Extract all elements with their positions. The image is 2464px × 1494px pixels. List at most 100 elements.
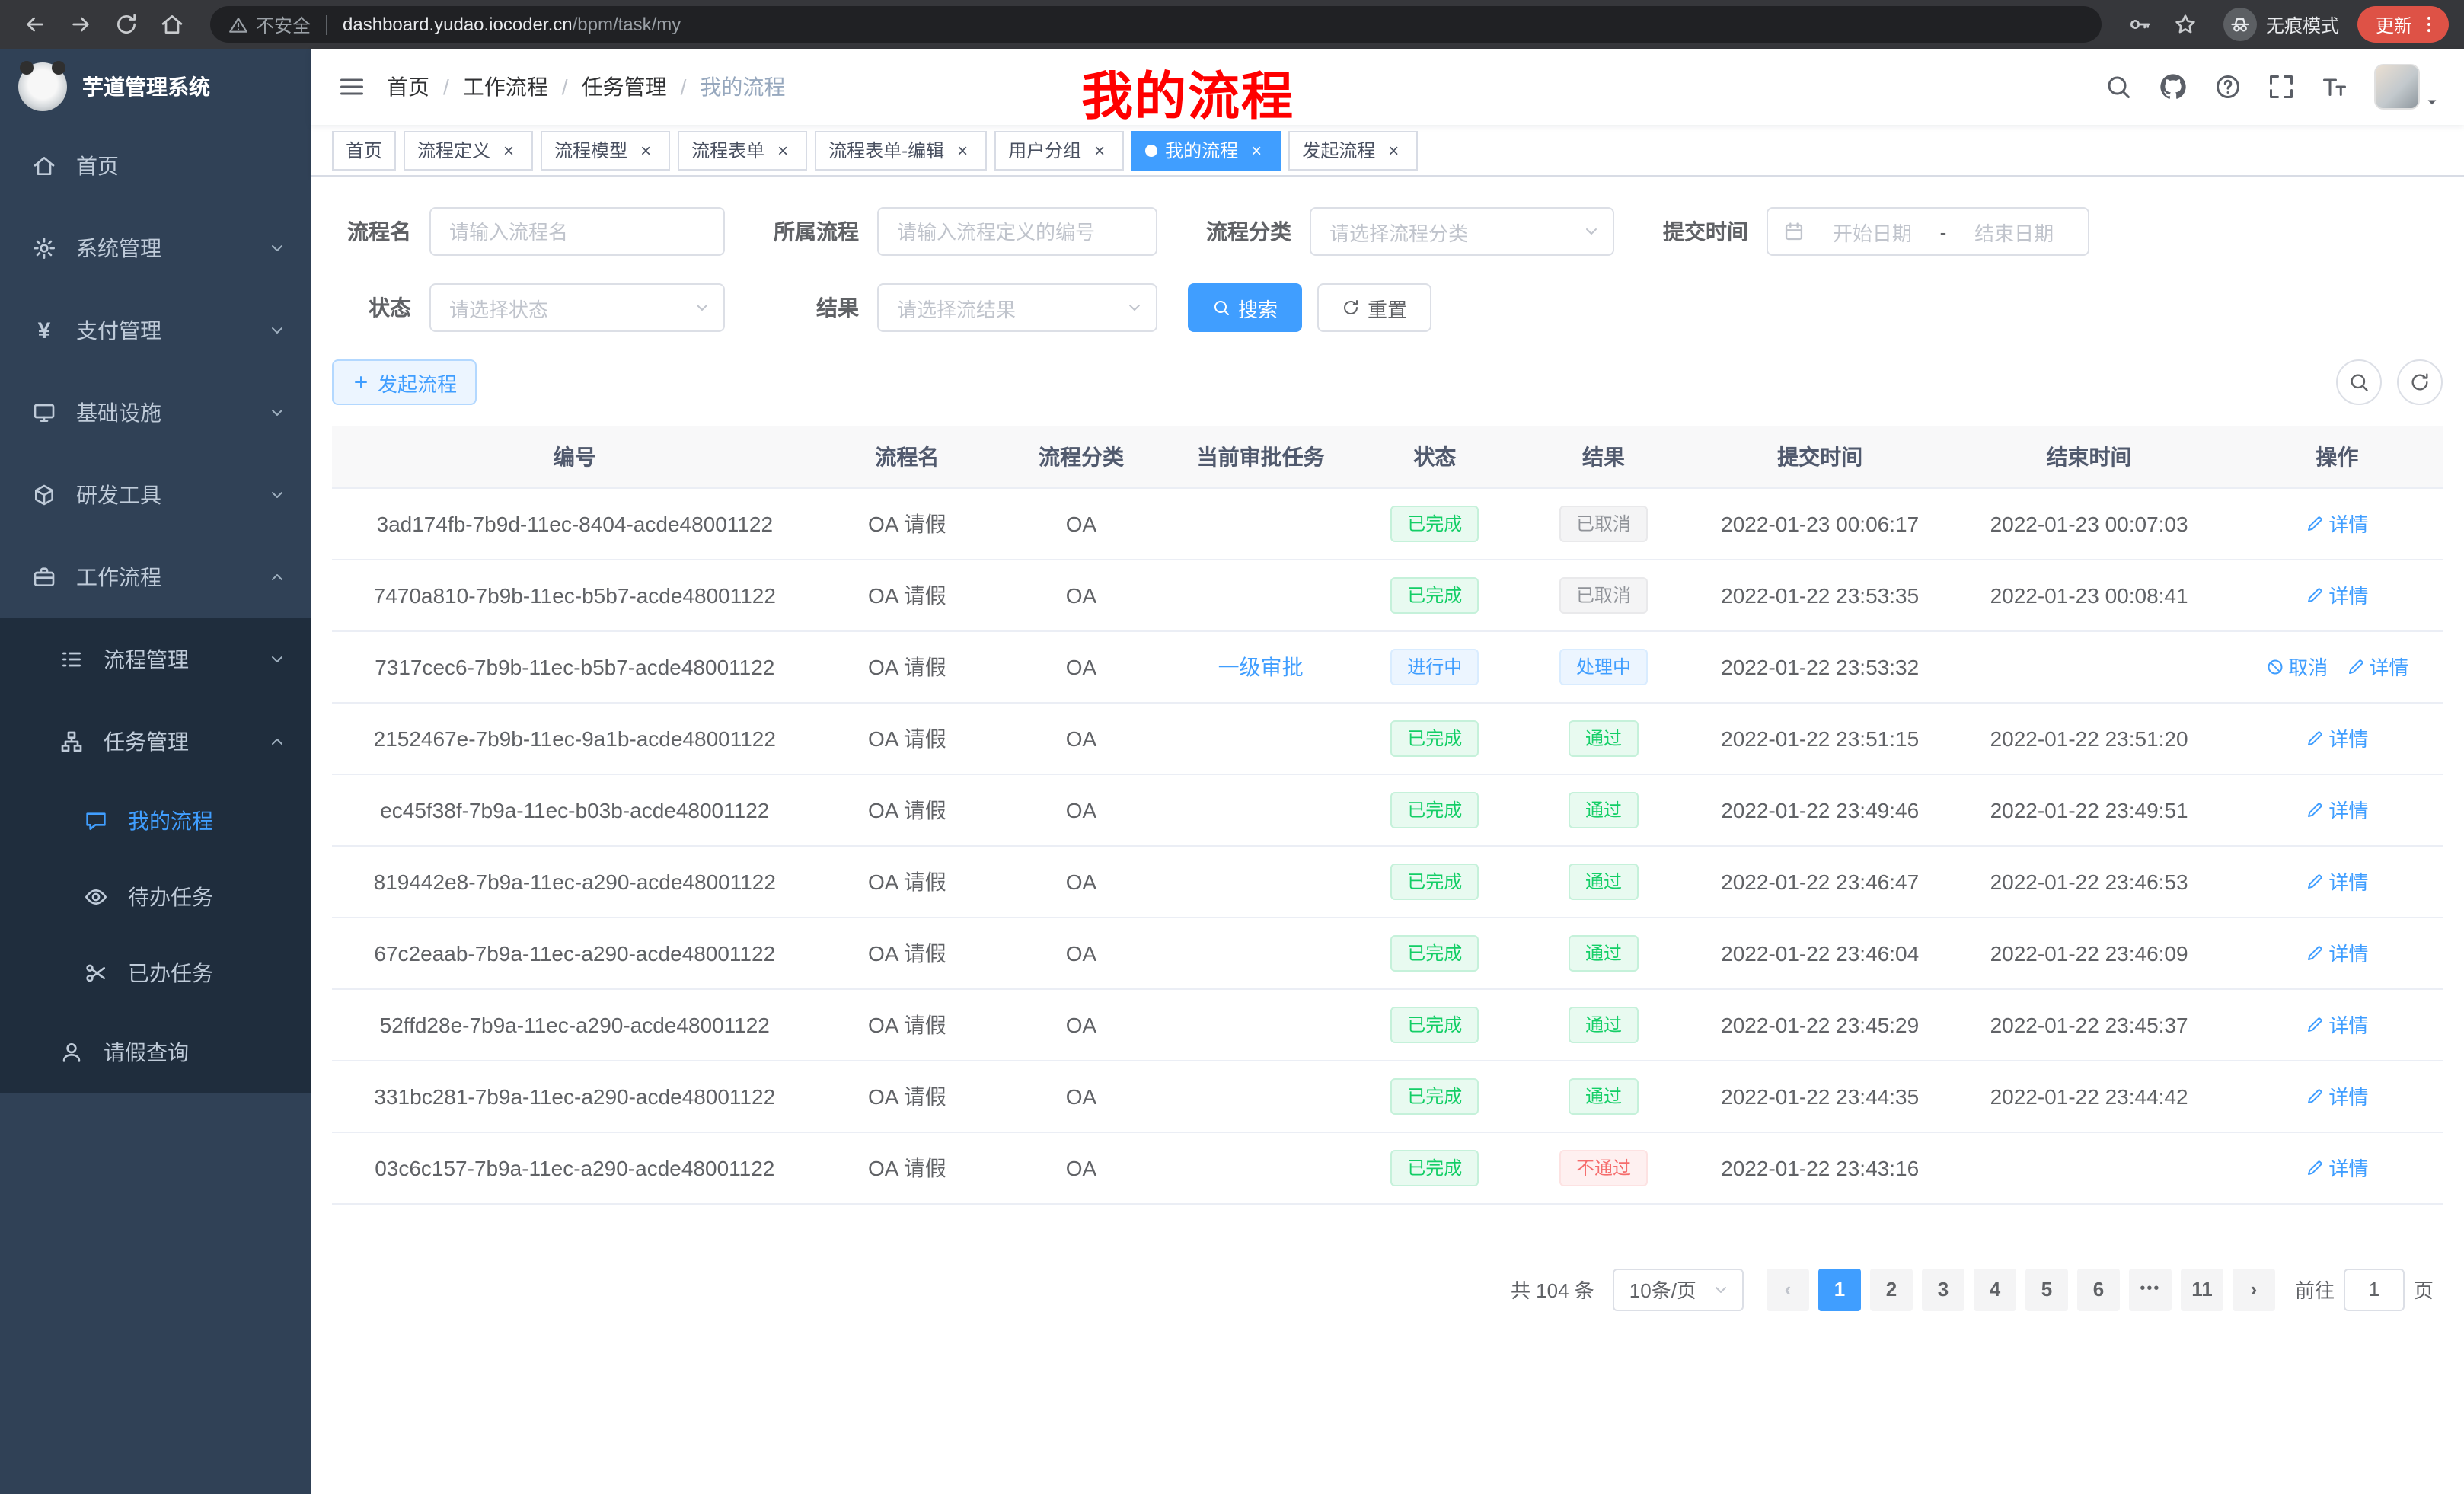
browser-menu-dots-icon[interactable] bbox=[2418, 14, 2440, 35]
page-number-button[interactable]: 5 bbox=[2025, 1268, 2068, 1310]
process-name-input[interactable] bbox=[429, 207, 725, 256]
action-detail-link[interactable]: 详情 bbox=[2306, 867, 2368, 895]
browser-reload-button[interactable] bbox=[107, 5, 146, 44]
reset-button[interactable]: 重置 bbox=[1317, 283, 1431, 332]
sidebar: 芋道管理系统 首页 系统管理 ¥ 支付管理 bbox=[0, 49, 311, 1494]
action-detail-link[interactable]: 详情 bbox=[2306, 1153, 2368, 1182]
tag-label: 流程定义 bbox=[417, 137, 490, 163]
refresh-table-button[interactable] bbox=[2397, 359, 2443, 405]
sidebar-item-home[interactable]: 首页 bbox=[0, 125, 311, 207]
sidebar-item-task-management[interactable]: 任务管理 bbox=[0, 701, 311, 783]
page-number-button[interactable]: 2 bbox=[1870, 1268, 1913, 1310]
action-detail-link[interactable]: 详情 bbox=[2306, 1081, 2368, 1110]
tag-close-icon[interactable]: × bbox=[1246, 139, 1267, 161]
page-size-select[interactable]: 10条/页 bbox=[1613, 1268, 1744, 1310]
select-placeholder: 请选择流结果 bbox=[897, 293, 1016, 322]
page-number-button[interactable]: 4 bbox=[1974, 1268, 2016, 1310]
tag-close-icon[interactable]: × bbox=[635, 139, 656, 161]
user-avatar-menu[interactable] bbox=[2374, 64, 2440, 110]
page-jump-input[interactable] bbox=[2344, 1268, 2405, 1310]
action-detail-link[interactable]: 详情 bbox=[2306, 723, 2368, 752]
fullscreen-button[interactable] bbox=[2268, 73, 2295, 101]
sidebar-item-infrastructure[interactable]: 基础设施 bbox=[0, 372, 311, 454]
header-search-button[interactable] bbox=[2105, 73, 2132, 101]
font-size-button[interactable] bbox=[2321, 73, 2348, 101]
search-icon bbox=[2348, 372, 2370, 393]
incognito-badge: 无痕模式 bbox=[2223, 8, 2339, 41]
tag-close-icon[interactable]: × bbox=[1383, 139, 1404, 161]
breadcrumb-item[interactable]: 工作流程 bbox=[463, 72, 548, 102]
sidebar-item-my-process[interactable]: 我的流程 bbox=[0, 783, 311, 859]
process-category-select[interactable]: 请选择流程分类 bbox=[1310, 207, 1614, 256]
tag-close-icon[interactable]: × bbox=[498, 139, 519, 161]
sidebar-item-system[interactable]: 系统管理 bbox=[0, 207, 311, 289]
tab-tag[interactable]: 首页 bbox=[332, 130, 396, 170]
briefcase-icon bbox=[30, 565, 58, 589]
create-process-button[interactable]: 发起流程 bbox=[332, 359, 477, 405]
submit-time-range-picker[interactable]: 开始日期 - 结束日期 bbox=[1767, 207, 2089, 256]
cell-current-task bbox=[1166, 1132, 1355, 1203]
browser-forward-button[interactable] bbox=[61, 5, 101, 44]
tab-tag[interactable]: 流程模型 × bbox=[541, 130, 670, 170]
sidebar-item-leave-query[interactable]: 请假查询 bbox=[0, 1011, 311, 1093]
cell-actions: 详情 bbox=[2232, 774, 2443, 845]
tag-label: 流程表单 bbox=[691, 137, 764, 163]
action-cancel-link[interactable]: 取消 bbox=[2265, 652, 2328, 681]
sidebar-item-devtools[interactable]: 研发工具 bbox=[0, 454, 311, 536]
page-number-button[interactable]: 11 bbox=[2181, 1268, 2223, 1310]
action-detail-link[interactable]: 详情 bbox=[2306, 938, 2368, 967]
tab-tag[interactable]: 流程定义 × bbox=[404, 130, 533, 170]
show-search-toggle-button[interactable] bbox=[2336, 359, 2382, 405]
action-detail-link[interactable]: 详情 bbox=[2306, 509, 2368, 538]
update-button[interactable]: 更新 bbox=[2357, 6, 2449, 43]
sidebar-item-process-management[interactable]: 流程管理 bbox=[0, 618, 311, 701]
tab-tag[interactable]: 用户分组 × bbox=[994, 130, 1124, 170]
page-number-button[interactable]: 3 bbox=[1922, 1268, 1964, 1310]
sidebar-item-workflow[interactable]: 工作流程 bbox=[0, 536, 311, 618]
tag-close-icon[interactable]: × bbox=[952, 139, 973, 161]
tab-tag[interactable]: 流程表单-编辑 × bbox=[815, 130, 987, 170]
sidebar-toggle-button[interactable] bbox=[320, 49, 384, 125]
browser-home-button[interactable] bbox=[152, 5, 192, 44]
browser-back-button[interactable] bbox=[15, 5, 55, 44]
page-number-button[interactable]: 1 bbox=[1818, 1268, 1861, 1310]
search-icon bbox=[1212, 298, 1230, 317]
action-detail-link[interactable]: 详情 bbox=[2346, 652, 2408, 681]
chevron-up-icon bbox=[268, 568, 286, 586]
back-icon bbox=[23, 12, 47, 37]
page-number-button[interactable]: 6 bbox=[2077, 1268, 2120, 1310]
next-page-button[interactable]: › bbox=[2233, 1268, 2275, 1310]
status-select[interactable]: 请选择状态 bbox=[429, 283, 725, 332]
github-link-button[interactable] bbox=[2158, 72, 2188, 102]
action-detail-link[interactable]: 详情 bbox=[2306, 1010, 2368, 1039]
tag-close-icon[interactable]: × bbox=[772, 139, 793, 161]
tab-tag[interactable]: 我的流程 × bbox=[1131, 130, 1281, 170]
result-select[interactable]: 请选择流结果 bbox=[877, 283, 1157, 332]
cell-id: 7317cec6-7b9b-11ec-b5b7-acde48001122 bbox=[332, 630, 818, 702]
address-bar[interactable]: 不安全 dashboard.yudao.iocoder.cn/bpm/task/… bbox=[210, 6, 2102, 43]
help-button[interactable] bbox=[2214, 73, 2242, 101]
sidebar-item-payment[interactable]: ¥ 支付管理 bbox=[0, 289, 311, 372]
monitor-icon bbox=[30, 401, 58, 425]
action-detail-link[interactable]: 详情 bbox=[2306, 580, 2368, 609]
tab-tag[interactable]: 流程表单 × bbox=[678, 130, 807, 170]
pencil-icon bbox=[2306, 729, 2324, 747]
breadcrumb-item[interactable]: 首页 bbox=[387, 72, 429, 102]
bookmark-star-button[interactable] bbox=[2166, 5, 2205, 44]
security-warning[interactable]: 不安全 bbox=[228, 11, 311, 37]
search-button[interactable]: 搜索 bbox=[1188, 283, 1302, 332]
sidebar-item-todo-tasks[interactable]: 待办任务 bbox=[0, 859, 311, 935]
tab-tag[interactable]: 发起流程 × bbox=[1288, 130, 1418, 170]
app-logo[interactable]: 芋道管理系统 bbox=[0, 49, 311, 125]
prev-page-button[interactable]: ‹ bbox=[1767, 1268, 1809, 1310]
tag-close-icon[interactable]: × bbox=[1089, 139, 1110, 161]
sidebar-item-done-tasks[interactable]: 已办任务 bbox=[0, 935, 311, 1011]
status-tag: 已完成 bbox=[1390, 1077, 1479, 1114]
current-task-link[interactable]: 一级审批 bbox=[1218, 651, 1304, 682]
passwords-key-button[interactable] bbox=[2120, 5, 2159, 44]
breadcrumb-item[interactable]: 任务管理 bbox=[582, 72, 667, 102]
action-detail-link[interactable]: 详情 bbox=[2306, 795, 2368, 824]
process-definition-input[interactable] bbox=[877, 207, 1157, 256]
more-pages-button[interactable]: ••• bbox=[2129, 1268, 2172, 1310]
yen-icon: ¥ bbox=[30, 318, 58, 343]
